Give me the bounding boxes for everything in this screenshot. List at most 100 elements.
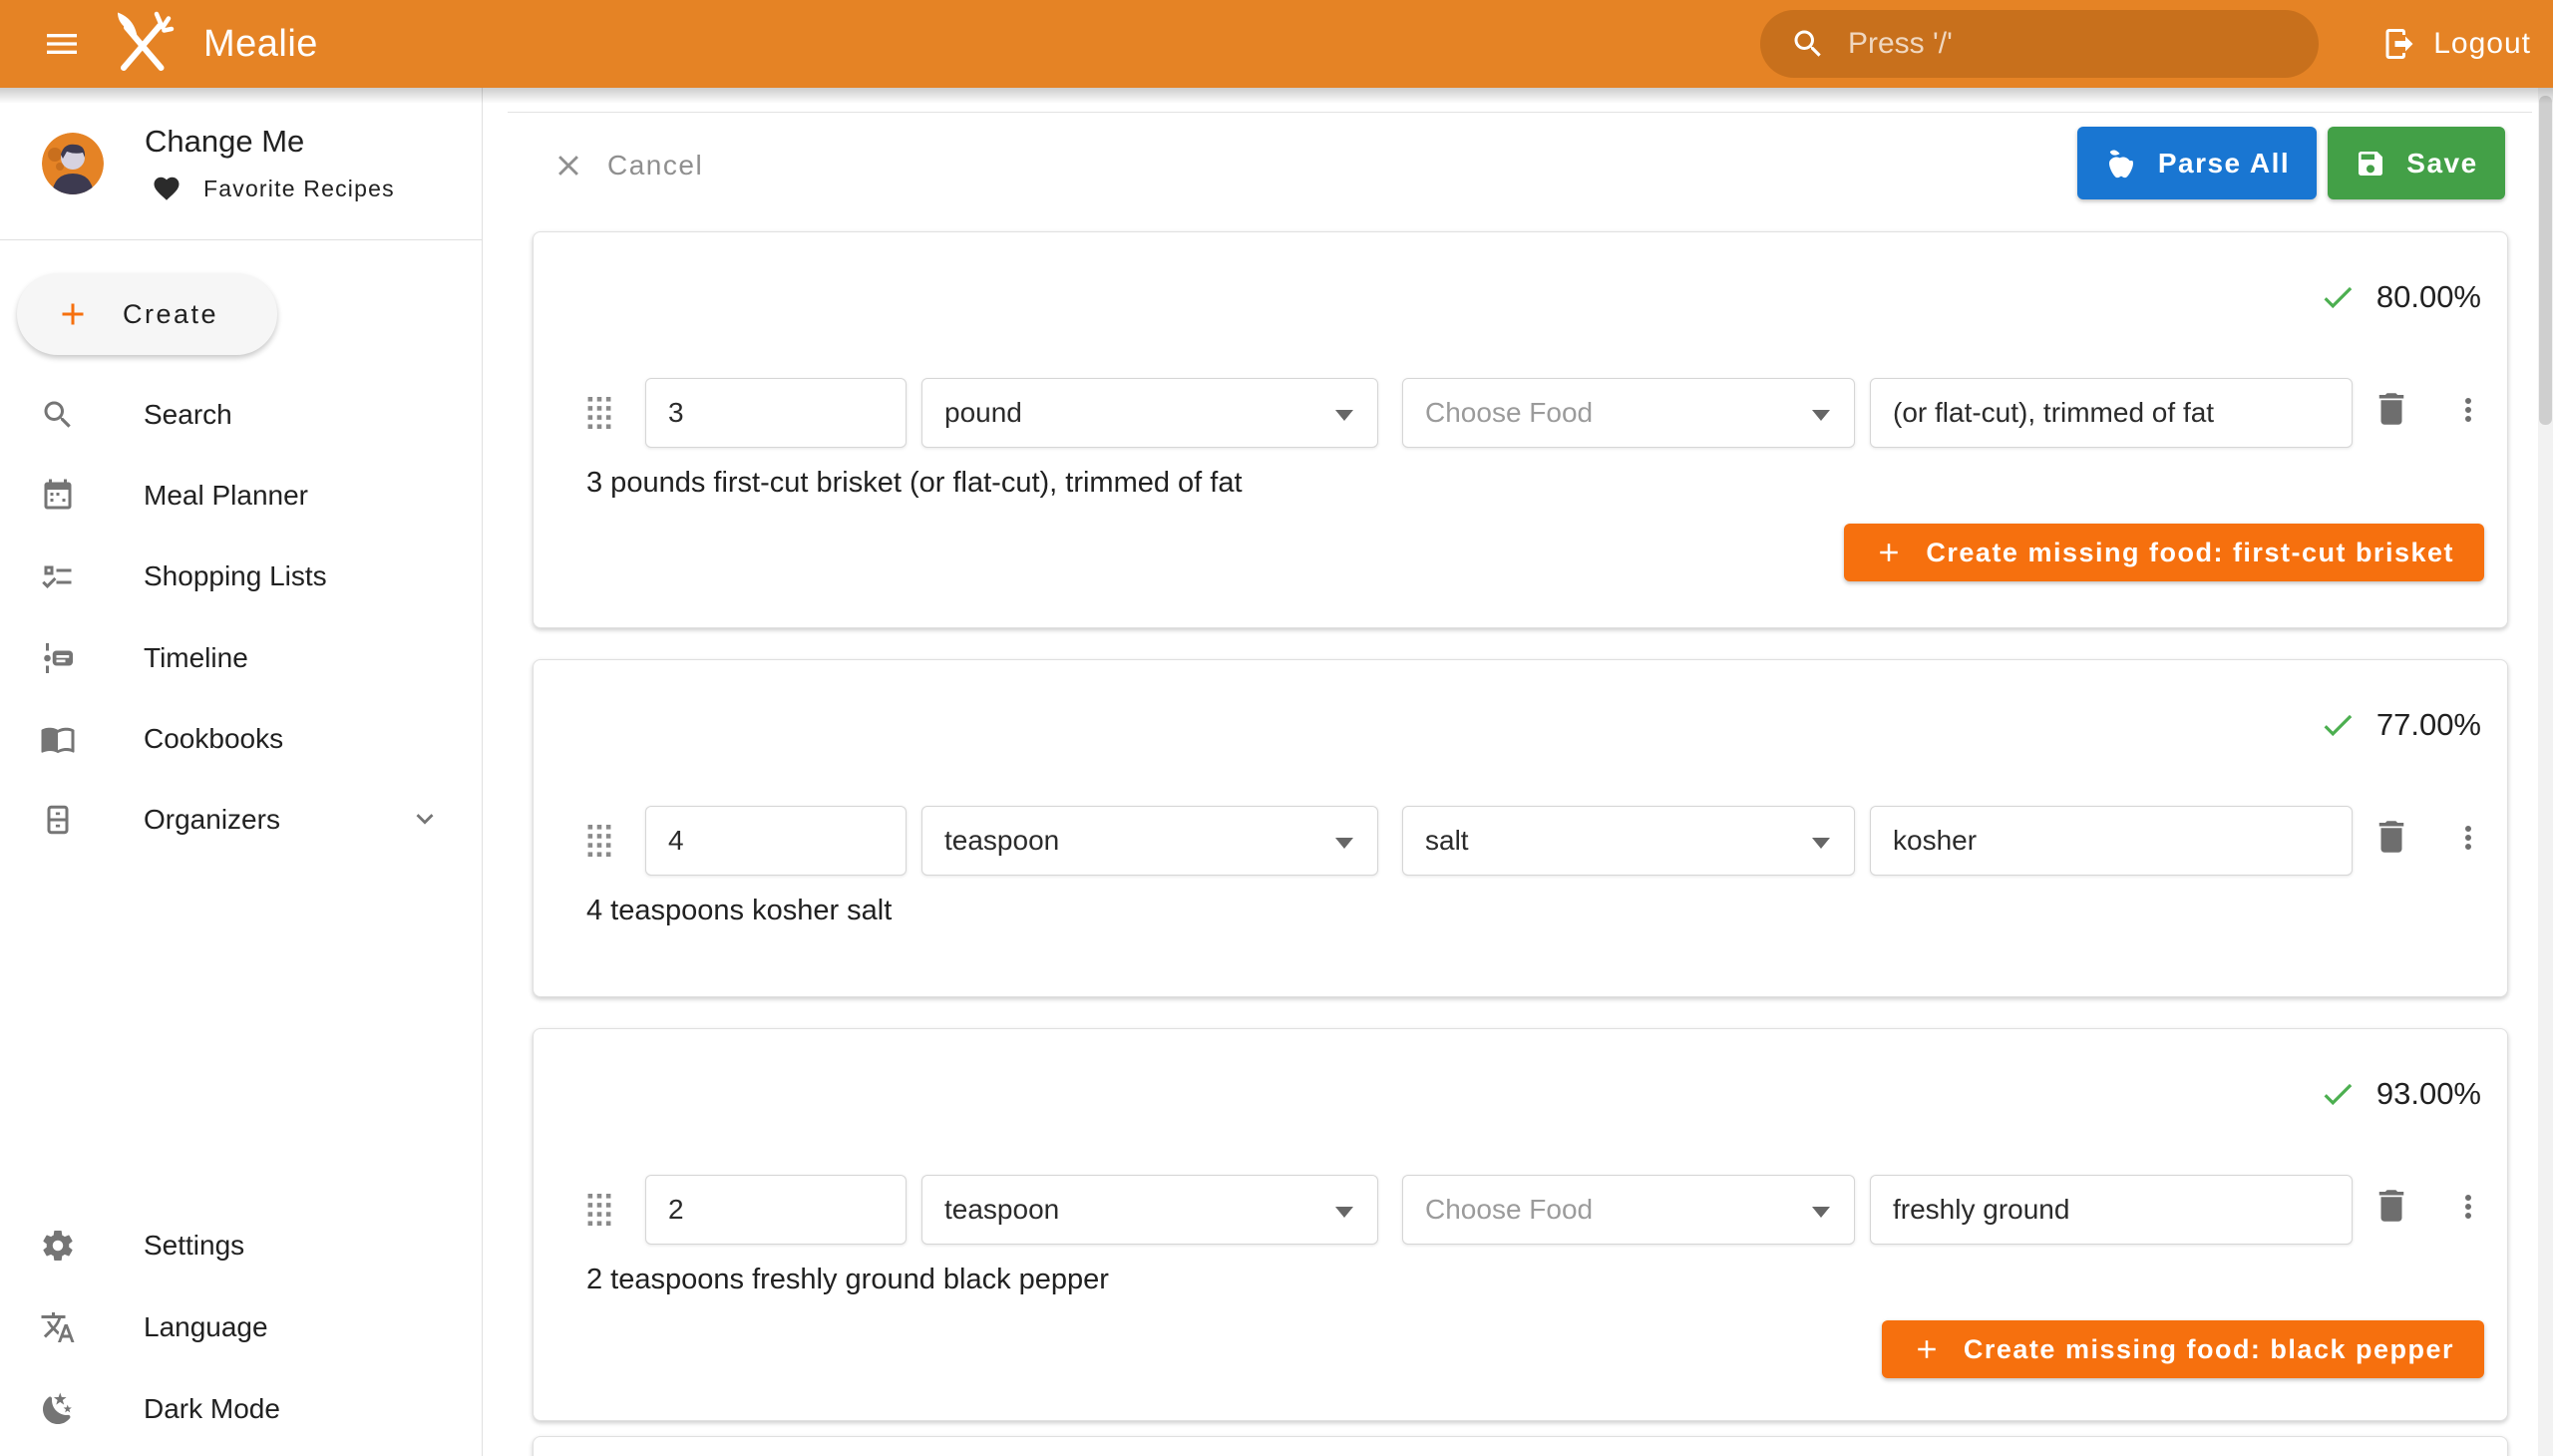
drag-handle-icon[interactable] bbox=[587, 1194, 611, 1229]
check-icon bbox=[2319, 1075, 2357, 1113]
create-label: Create bbox=[123, 299, 218, 330]
gear-icon bbox=[38, 1228, 78, 1264]
logout-icon bbox=[2381, 26, 2417, 62]
translate-icon bbox=[38, 1309, 78, 1345]
delete-button[interactable] bbox=[2371, 388, 2412, 433]
delete-button[interactable] bbox=[2371, 816, 2412, 861]
search-input[interactable]: Press '/' bbox=[1760, 10, 2319, 78]
trash-icon bbox=[2371, 388, 2412, 430]
plus-icon bbox=[55, 296, 91, 332]
ingredient-card-1: 80.00% pound Choose Food 3 pounds first-… bbox=[533, 231, 2508, 628]
favorite-recipes-label: Favorite Recipes bbox=[203, 176, 395, 202]
apple-icon bbox=[2104, 147, 2138, 181]
menu-icon[interactable] bbox=[40, 24, 84, 64]
calendar-icon bbox=[38, 478, 78, 514]
sidebar-item-settings[interactable]: Settings bbox=[0, 1213, 482, 1278]
unit-select[interactable]: teaspoon bbox=[921, 806, 1378, 876]
main-content: Cancel Parse All Save 80.00% pound Choos… bbox=[484, 88, 2553, 1456]
drag-handle-icon[interactable] bbox=[587, 825, 611, 860]
scrollbar[interactable] bbox=[2538, 88, 2553, 1456]
save-button[interactable]: Save bbox=[2328, 127, 2505, 199]
note-input[interactable] bbox=[1870, 806, 2353, 876]
trash-icon bbox=[2371, 1185, 2412, 1227]
quantity-input[interactable] bbox=[645, 378, 907, 448]
kebab-icon bbox=[2450, 1189, 2486, 1225]
create-missing-food-button[interactable]: Create missing food: black pepper bbox=[1882, 1320, 2484, 1378]
caret-down-icon bbox=[1335, 1207, 1353, 1218]
food-select[interactable]: Choose Food bbox=[1402, 1175, 1855, 1245]
content-top-divider bbox=[508, 112, 2532, 113]
avatar[interactable] bbox=[42, 133, 104, 194]
cabinet-icon bbox=[38, 802, 78, 838]
ingredient-card-2: 77.00% teaspoon salt 4 teaspoons kosher … bbox=[533, 659, 2508, 997]
user-name: Change Me bbox=[145, 124, 304, 160]
sidebar: Change Me Favorite Recipes Create Search… bbox=[0, 88, 483, 1456]
moon-icon bbox=[38, 1391, 78, 1427]
more-options-button[interactable] bbox=[2450, 820, 2486, 859]
kebab-icon bbox=[2450, 820, 2486, 856]
drag-handle-icon[interactable] bbox=[587, 397, 611, 432]
sidebar-item-meal-planner[interactable]: Meal Planner bbox=[0, 463, 482, 529]
confidence-indicator: 80.00% bbox=[2319, 278, 2481, 316]
ingredient-card-4-partial bbox=[533, 1436, 2508, 1456]
caret-down-icon bbox=[1812, 838, 1830, 849]
ingredient-card-3: 93.00% teaspoon Choose Food 2 teaspoons … bbox=[533, 1028, 2508, 1421]
mealie-logo-icon bbox=[106, 8, 178, 85]
original-ingredient-text: 4 teaspoons kosher salt bbox=[586, 895, 892, 927]
caret-down-icon bbox=[1335, 410, 1353, 421]
sidebar-divider bbox=[0, 239, 483, 240]
sidebar-item-organizers[interactable]: Organizers bbox=[0, 787, 482, 853]
create-button[interactable]: Create bbox=[17, 273, 277, 355]
kebab-icon bbox=[2450, 392, 2486, 428]
search-placeholder: Press '/' bbox=[1848, 27, 1953, 61]
create-missing-food-button[interactable]: Create missing food: first-cut brisket bbox=[1844, 524, 2484, 581]
check-icon bbox=[2319, 278, 2357, 316]
confidence-value: 80.00% bbox=[2376, 279, 2481, 315]
sidebar-item-shopping-lists[interactable]: Shopping Lists bbox=[0, 544, 482, 609]
sidebar-item-search[interactable]: Search bbox=[0, 382, 482, 448]
caret-down-icon bbox=[1812, 410, 1830, 421]
logout-label: Logout bbox=[2433, 27, 2531, 61]
confidence-value: 93.00% bbox=[2376, 1076, 2481, 1112]
note-input[interactable] bbox=[1870, 378, 2353, 448]
timeline-icon bbox=[38, 640, 78, 676]
heart-icon bbox=[152, 174, 182, 203]
plus-icon bbox=[1874, 538, 1904, 567]
scrollbar-thumb[interactable] bbox=[2539, 96, 2552, 425]
favorite-recipes-link[interactable]: Favorite Recipes bbox=[152, 174, 395, 203]
confidence-indicator: 77.00% bbox=[2319, 706, 2481, 744]
caret-down-icon bbox=[1812, 1207, 1830, 1218]
food-select[interactable]: Choose Food bbox=[1402, 378, 1855, 448]
caret-down-icon bbox=[1335, 838, 1353, 849]
original-ingredient-text: 2 teaspoons freshly ground black pepper bbox=[586, 1264, 1109, 1296]
delete-button[interactable] bbox=[2371, 1185, 2412, 1230]
save-icon bbox=[2355, 148, 2386, 180]
parse-all-button[interactable]: Parse All bbox=[2077, 127, 2317, 199]
more-options-button[interactable] bbox=[2450, 1189, 2486, 1228]
close-icon bbox=[551, 149, 585, 182]
confidence-indicator: 93.00% bbox=[2319, 1075, 2481, 1113]
more-options-button[interactable] bbox=[2450, 392, 2486, 431]
cancel-button[interactable]: Cancel bbox=[551, 138, 703, 193]
plus-icon bbox=[1912, 1334, 1942, 1364]
sidebar-item-cookbooks[interactable]: Cookbooks bbox=[0, 706, 482, 772]
check-icon bbox=[2319, 706, 2357, 744]
app-title: Mealie bbox=[203, 0, 318, 88]
sidebar-item-language[interactable]: Language bbox=[0, 1294, 482, 1360]
book-open-icon bbox=[38, 721, 78, 757]
confidence-value: 77.00% bbox=[2376, 707, 2481, 743]
chevron-down-icon bbox=[408, 802, 442, 839]
original-ingredient-text: 3 pounds first-cut brisket (or flat-cut)… bbox=[586, 467, 1243, 500]
note-input[interactable] bbox=[1870, 1175, 2353, 1245]
checklist-icon bbox=[38, 558, 78, 594]
search-icon bbox=[38, 397, 78, 433]
sidebar-item-timeline[interactable]: Timeline bbox=[0, 625, 482, 691]
quantity-input[interactable] bbox=[645, 1175, 907, 1245]
quantity-input[interactable] bbox=[645, 806, 907, 876]
app-bar: Mealie Press '/' Logout bbox=[0, 0, 2553, 88]
food-select[interactable]: salt bbox=[1402, 806, 1855, 876]
unit-select[interactable]: pound bbox=[921, 378, 1378, 448]
unit-select[interactable]: teaspoon bbox=[921, 1175, 1378, 1245]
logout-button[interactable]: Logout bbox=[2381, 0, 2531, 88]
sidebar-item-dark-mode[interactable]: Dark Mode bbox=[0, 1376, 482, 1442]
